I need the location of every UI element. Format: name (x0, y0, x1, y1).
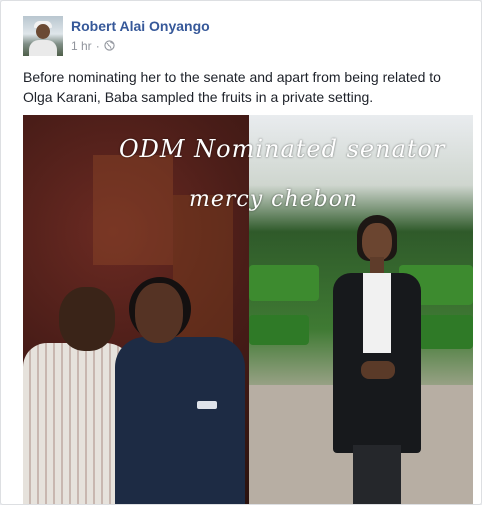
woman-face (135, 283, 183, 343)
tshirt-logo (197, 401, 217, 409)
post-header: Robert Alai Onyango 1 hr · (23, 16, 473, 58)
image-left-panel (23, 115, 249, 504)
image-right-panel (249, 115, 473, 504)
woman-hands (361, 361, 395, 379)
background-light (93, 155, 173, 265)
hedge (249, 265, 319, 301)
post-card: Robert Alai Onyango 1 hr · Before nominat… (0, 0, 482, 505)
man-head (59, 287, 115, 351)
woman-trousers (353, 445, 401, 504)
woman-face (362, 223, 392, 261)
meta-separator: · (95, 38, 100, 53)
post-text: Before nominating her to the senate and … (23, 69, 441, 105)
woman-tshirt (115, 337, 245, 504)
woman-neck (370, 257, 384, 273)
hedge (419, 315, 473, 349)
globe-icon[interactable] (104, 40, 115, 51)
image-caption-name: mercy chebon (189, 187, 359, 212)
avatar-face (36, 24, 50, 39)
white-shirt (363, 273, 391, 353)
post-timestamp[interactable]: 1 hr (71, 39, 92, 53)
hedge (249, 315, 309, 345)
post-image[interactable]: ODM Nominated senator mercy chebon (23, 115, 473, 504)
avatar-shirt (29, 40, 57, 56)
author-name[interactable]: Robert Alai Onyango (71, 18, 210, 34)
post-meta: 1 hr · (71, 38, 115, 54)
avatar[interactable] (23, 16, 63, 56)
image-caption-title: ODM Nominated senator (119, 135, 446, 163)
